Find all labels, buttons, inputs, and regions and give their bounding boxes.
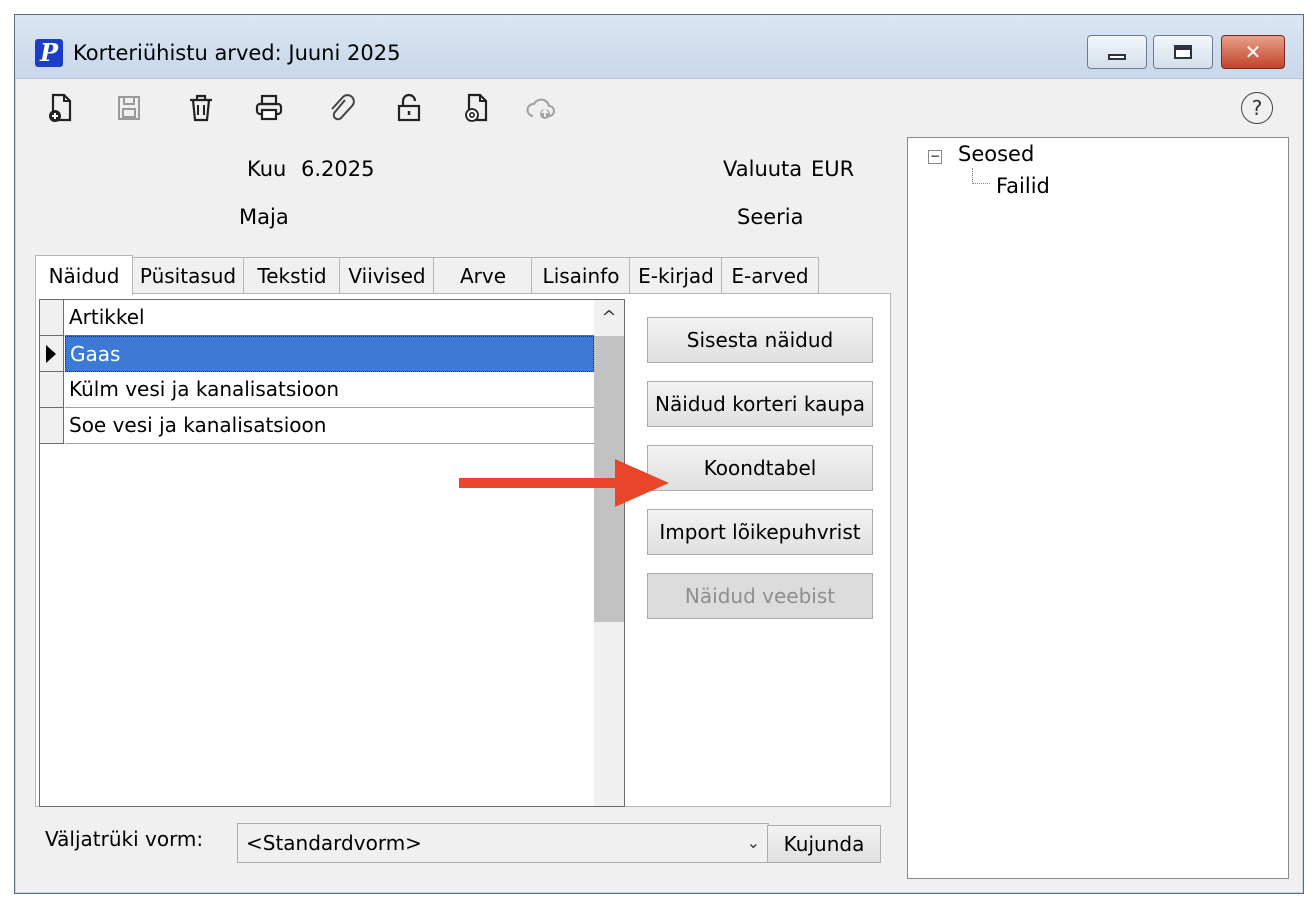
kuu-label: Kuu	[247, 157, 287, 181]
title-bar[interactable]: P Korteriühistu arved: Juuni 2025 ✕	[15, 15, 1303, 79]
kujunda-button[interactable]: Kujunda	[767, 825, 881, 863]
close-icon: ✕	[1244, 40, 1262, 64]
naidud-veebist-button[interactable]: Näidud veebist	[647, 573, 873, 619]
tab-naidud[interactable]: Näidud	[35, 255, 133, 295]
kuu-value[interactable]: 6.2025	[301, 157, 374, 181]
tab-tekstid[interactable]: Tekstid	[243, 257, 341, 293]
column-header-artikkel[interactable]: Artikkel	[65, 300, 594, 336]
cloud-upload-icon[interactable]	[523, 90, 559, 126]
email-doc-icon[interactable]	[459, 90, 495, 126]
articles-grid[interactable]: Artikkel Gaas Külm vesi ja kanalisatsioo…	[39, 299, 625, 807]
koondtabel-button[interactable]: Koondtabel	[647, 445, 873, 491]
row-indicator[interactable]	[40, 336, 64, 372]
scroll-up-icon[interactable]: ^	[594, 300, 624, 336]
maximize-button[interactable]	[1153, 35, 1213, 69]
table-row[interactable]: Soe vesi ja kanalisatsioon	[65, 408, 594, 444]
tab-viivised[interactable]: Viivised	[339, 257, 435, 293]
form-label: Väljatrüki vorm:	[45, 827, 204, 851]
vertical-scrollbar[interactable]: ^	[594, 300, 624, 806]
valuuta-label: Valuuta	[723, 157, 803, 181]
attach-icon[interactable]	[323, 90, 359, 126]
sisesta-naidud-button[interactable]: Sisesta näidud	[647, 317, 873, 363]
tab-arve[interactable]: Arve	[433, 257, 533, 293]
tree-connector	[972, 168, 990, 184]
tab-lisainfo[interactable]: Lisainfo	[531, 257, 631, 293]
table-row[interactable]: Külm vesi ja kanalisatsioon	[65, 372, 594, 408]
toolbar: ?	[15, 80, 1303, 136]
help-icon[interactable]: ?	[1241, 92, 1273, 124]
tree-item-seosed[interactable]: Seosed	[958, 142, 1034, 166]
row-indicator[interactable]	[40, 408, 64, 444]
minimize-button[interactable]	[1087, 35, 1147, 69]
valuuta-value[interactable]: EUR	[811, 157, 854, 181]
naidud-korteri-kaupa-button[interactable]: Näidud korteri kaupa	[647, 381, 873, 427]
window-title: Korteriühistu arved: Juuni 2025	[73, 41, 401, 65]
annotation-arrow-icon	[459, 459, 669, 507]
minimize-icon	[1108, 54, 1126, 60]
print-form-value: <Standardvorm>	[246, 831, 422, 855]
print-form-select[interactable]: <Standardvorm> ⌄	[237, 823, 769, 863]
row-indicator[interactable]	[40, 372, 64, 408]
tab-pusitasud[interactable]: Püsitasud	[131, 257, 245, 293]
maja-label: Maja	[239, 205, 289, 229]
import-loikepuhvrist-button[interactable]: Import lõikepuhvrist	[647, 509, 873, 555]
main-window: P Korteriühistu arved: Juuni 2025 ✕ ? Ku…	[14, 14, 1304, 894]
seeria-label: Seeria	[737, 205, 804, 229]
delete-icon[interactable]	[183, 90, 219, 126]
tab-e-kirjad[interactable]: E-kirjad	[629, 257, 723, 293]
close-button[interactable]: ✕	[1221, 35, 1285, 69]
unlock-icon[interactable]	[391, 90, 427, 126]
relations-tree: − Seosed Failid	[907, 137, 1289, 879]
current-row-icon	[46, 345, 56, 363]
save-icon[interactable]	[111, 90, 147, 126]
tree-item-failid[interactable]: Failid	[996, 174, 1050, 198]
header-indicator	[40, 300, 64, 336]
print-icon[interactable]	[251, 90, 287, 126]
maximize-icon	[1174, 45, 1192, 59]
chevron-down-icon[interactable]: ⌄	[747, 824, 760, 862]
collapse-icon[interactable]: −	[928, 150, 942, 164]
app-icon: P	[35, 39, 63, 67]
table-row[interactable]: Gaas	[65, 336, 594, 372]
new-doc-icon[interactable]	[43, 90, 79, 126]
tab-e-arved[interactable]: E-arved	[721, 257, 819, 293]
